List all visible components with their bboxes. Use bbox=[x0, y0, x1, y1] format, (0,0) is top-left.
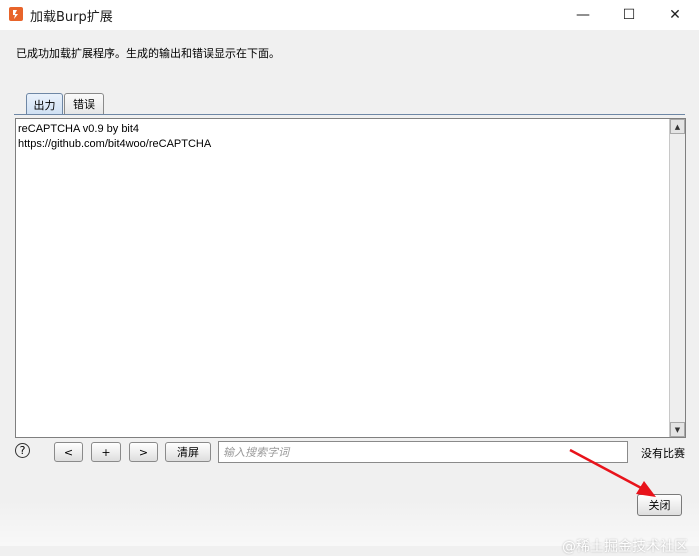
clear-button[interactable]: 清屏 bbox=[165, 442, 211, 462]
tab-errors[interactable]: 错误 bbox=[64, 93, 104, 114]
close-button[interactable]: 关闭 bbox=[637, 494, 682, 516]
dialog-content: 已成功加载扩展程序。生成的输出和错误显示在下面。 出力 错误 reCAPTCHA… bbox=[0, 30, 699, 555]
search-input[interactable] bbox=[218, 441, 628, 463]
tab-output[interactable]: 出力 bbox=[26, 93, 63, 115]
help-icon[interactable]: ? bbox=[15, 443, 30, 458]
vertical-scrollbar[interactable]: ▲ ▼ bbox=[669, 119, 685, 437]
output-text-area[interactable]: reCAPTCHA v0.9 by bit4 https://github.co… bbox=[15, 118, 686, 438]
status-message: 已成功加载扩展程序。生成的输出和错误显示在下面。 bbox=[16, 47, 280, 60]
maximize-button[interactable]: ☐ bbox=[606, 0, 652, 30]
title-bar: 加载Burp扩展 — ☐ ✕ bbox=[0, 0, 699, 30]
tab-divider bbox=[14, 114, 685, 115]
scroll-up-arrow-icon[interactable]: ▲ bbox=[670, 119, 685, 134]
output-line: https://github.com/bit4woo/reCAPTCHA bbox=[18, 138, 212, 150]
match-status: 没有比赛 bbox=[641, 447, 685, 460]
output-line: reCAPTCHA v0.9 by bit4 bbox=[18, 123, 140, 135]
burp-app-icon bbox=[9, 7, 23, 21]
scroll-down-arrow-icon[interactable]: ▼ bbox=[670, 422, 685, 437]
next-match-button[interactable]: > bbox=[129, 442, 158, 462]
previous-match-button[interactable]: < bbox=[54, 442, 83, 462]
output-lines: reCAPTCHA v0.9 by bit4 https://github.co… bbox=[18, 122, 211, 152]
window-close-button[interactable]: ✕ bbox=[652, 0, 698, 30]
search-options-button[interactable]: + bbox=[91, 442, 121, 462]
window-title: 加载Burp扩展 bbox=[30, 10, 113, 25]
minimize-button[interactable]: — bbox=[560, 0, 606, 30]
watermark-text: @稀土掘金技术社区 bbox=[562, 539, 688, 555]
